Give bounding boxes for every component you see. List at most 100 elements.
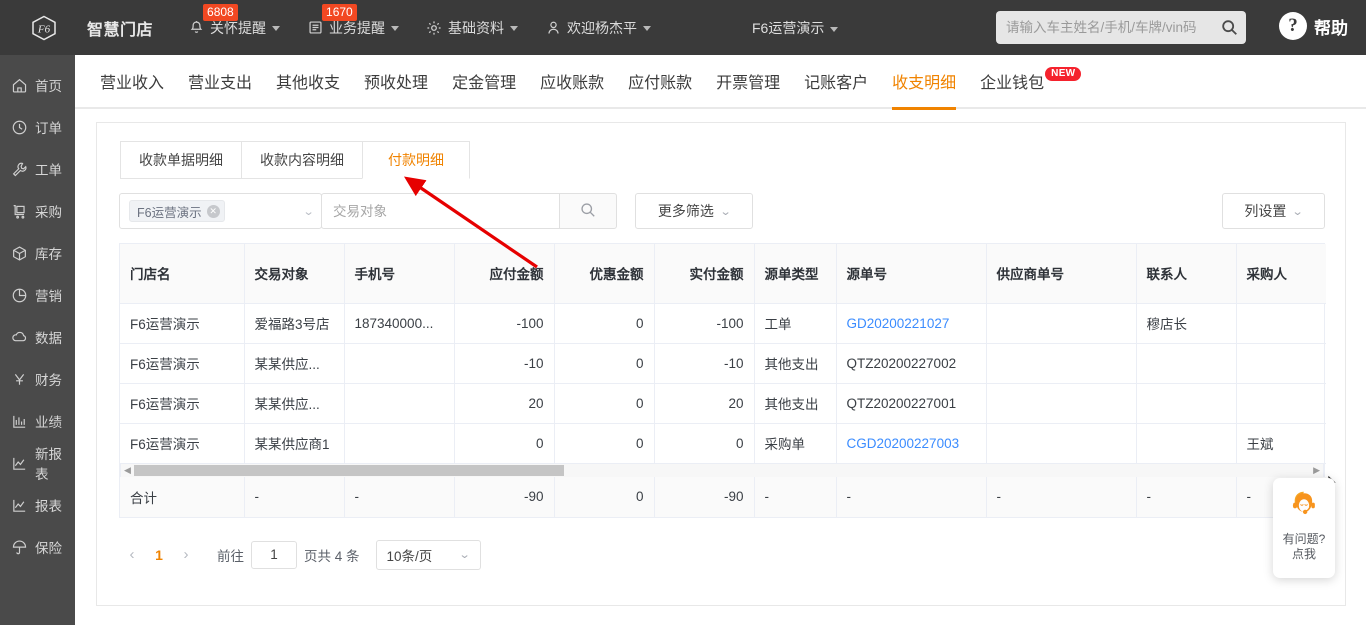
table-row[interactable]: F6运营演示 爱福路3号店 187340000... -100 0 -100 工…: [120, 303, 1326, 344]
chevron-down-icon: ⌄: [719, 205, 732, 218]
mainnav-label: 预收处理: [364, 75, 429, 92]
mainnav-tab-account-customers[interactable]: 记账客户: [804, 54, 868, 108]
customer-service-floater[interactable]: 有问题? 点我: [1273, 478, 1335, 578]
global-search-input[interactable]: [1006, 20, 1221, 35]
table-row[interactable]: F6运营演示 某某供应... -10 0 -10 其他支出 QTZ2020022…: [120, 343, 1326, 384]
cell-buyer: [1236, 383, 1326, 424]
subtab-receipt-content-detail[interactable]: 收款内容明细: [241, 141, 363, 179]
search-button[interactable]: [559, 193, 617, 229]
col-header-source-no[interactable]: 源单号: [836, 244, 987, 304]
chevron-down-icon: ⌄: [458, 549, 471, 561]
col-header-buyer[interactable]: 采购人: [1236, 244, 1326, 304]
cell-source-no[interactable]: CGD20200227003: [836, 423, 987, 464]
sidebar-item-performance[interactable]: 业绩: [0, 400, 75, 442]
mainnav-tab-enterprise-wallet[interactable]: 企业钱包 NEW: [980, 54, 1082, 108]
counterparty-input-wrap[interactable]: [321, 193, 559, 229]
cell-discount: 0: [554, 383, 655, 424]
bell-icon: [187, 19, 205, 37]
sidebar-item-insurance[interactable]: 保险: [0, 526, 75, 568]
mainnav-tab-deposit-management[interactable]: 定金管理: [452, 54, 516, 108]
topnav-item-business-reminder[interactable]: 业务提醒 1670: [306, 3, 400, 38]
cell-source-no[interactable]: GD20200221027: [836, 303, 987, 344]
sidebar-item-report[interactable]: 报表: [0, 484, 75, 526]
column-setting-button[interactable]: 列设置 ⌄: [1222, 193, 1325, 229]
store-selector[interactable]: F6运营演示: [752, 18, 839, 38]
sidebar-item-marketing[interactable]: 营销: [0, 274, 75, 316]
cell-counterparty: 某某供应商1: [244, 423, 345, 464]
subtab-payment-detail[interactable]: 付款明细: [362, 141, 470, 179]
topnav-label-business-reminder: 业务提醒: [329, 19, 386, 36]
sidebar-item-home[interactable]: 首页: [0, 64, 75, 106]
global-search-box[interactable]: [996, 11, 1246, 44]
topnav-item-user-welcome[interactable]: 欢迎杨杰平: [544, 18, 652, 38]
total-count-label: 页共 4 条: [304, 548, 360, 564]
subtab-label: 收款单据明细: [139, 152, 223, 168]
table-row[interactable]: F6运营演示 某某供应商1 0 0 0 采购单 CGD20200227003 王…: [120, 423, 1326, 464]
sidebar-item-new-report[interactable]: 新报表: [0, 442, 75, 484]
goto-page-input[interactable]: [251, 540, 297, 569]
more-filter-button[interactable]: 更多筛选 ⌄: [635, 193, 753, 229]
mainnav-tab-prepayment[interactable]: 预收处理: [364, 54, 428, 108]
cell-source-no: QTZ20200227001: [836, 383, 987, 424]
total-cell-counterparty: -: [244, 476, 345, 517]
source-no-link[interactable]: CGD20200227003: [847, 436, 960, 451]
topnav-item-care-reminder[interactable]: 关怀提醒 6808: [187, 3, 281, 38]
sidebar-item-purchase[interactable]: 采购: [0, 190, 75, 232]
col-header-source-type[interactable]: 源单类型: [754, 244, 837, 304]
goto-label: 前往: [217, 548, 244, 564]
sidebar-item-work-orders[interactable]: 工单: [0, 148, 75, 190]
topnav-item-basic-data[interactable]: 基础资料: [425, 18, 519, 38]
cell-buyer: [1236, 343, 1326, 384]
mainnav-tab-business-expense[interactable]: 营业支出: [188, 54, 252, 108]
f6-hexagon-logo-icon: F6: [31, 15, 57, 41]
col-header-discount[interactable]: 优惠金额: [554, 244, 655, 304]
mainnav-tab-invoice-management[interactable]: 开票管理: [716, 54, 780, 108]
col-header-store[interactable]: 门店名: [120, 244, 245, 304]
sidebar-label-orders: 订单: [35, 121, 62, 136]
col-header-actual[interactable]: 实付金额: [654, 244, 755, 304]
subtab-receipt-document-detail[interactable]: 收款单据明细: [120, 141, 242, 179]
mainnav-tab-income-expense-detail[interactable]: 收支明细: [892, 54, 957, 110]
brand-logo[interactable]: F6: [6, 15, 81, 41]
mainnav-tab-business-income[interactable]: 营业收入: [100, 54, 164, 108]
counterparty-input[interactable]: [333, 203, 548, 219]
help-button[interactable]: ? 帮助: [1279, 12, 1348, 40]
total-cell-payable: -90: [454, 476, 555, 517]
mainnav-tab-receivables[interactable]: 应收账款: [540, 54, 604, 108]
brand-name-label: 智慧门店: [87, 21, 154, 39]
col-header-contact[interactable]: 联系人: [1136, 244, 1237, 304]
chevron-left-icon[interactable]: ‹: [119, 542, 145, 568]
topnav-label-user-welcome: 欢迎杨杰平: [567, 19, 638, 36]
cell-store: F6运营演示: [120, 343, 245, 384]
close-circle-icon[interactable]: ✕: [206, 204, 220, 218]
mainnav-label: 营业支出: [188, 75, 253, 92]
sidebar-item-data[interactable]: 数据: [0, 316, 75, 358]
col-header-counterparty[interactable]: 交易对象: [244, 244, 345, 304]
col-header-supplier-no[interactable]: 供应商单号: [986, 244, 1137, 304]
page-size-select[interactable]: 10条/页 ⌄: [375, 539, 481, 570]
horizontal-scrollbar[interactable]: ◀ ▶: [120, 463, 1324, 477]
cell-store: F6运营演示: [120, 423, 245, 464]
sidebar-label-insurance: 保险: [35, 541, 62, 556]
sidebar-item-orders[interactable]: 订单: [0, 106, 75, 148]
store-filter-select[interactable]: F6运营演示 ✕ ⌄: [119, 193, 322, 229]
col-header-phone[interactable]: 手机号: [344, 244, 455, 304]
sub-tab-group: 收款单据明细 收款内容明细 付款明细: [97, 123, 1345, 179]
scrollbar-thumb[interactable]: [133, 464, 564, 476]
sidebar-item-finance[interactable]: 财务: [0, 358, 75, 400]
page-number-1[interactable]: 1: [145, 542, 173, 568]
chevron-right-icon[interactable]: ›: [173, 542, 199, 568]
mainnav-tab-other-income-expense[interactable]: 其他收支: [276, 54, 340, 108]
scroll-right-arrow-icon[interactable]: ▶: [1313, 465, 1320, 476]
top-nav-group: 关怀提醒 6808 业务提醒 1670 基础资料 欢迎杨杰平: [187, 0, 677, 55]
sidebar-item-inventory[interactable]: 库存: [0, 232, 75, 274]
floater-line-2: 点我: [1291, 547, 1316, 561]
headset-avatar-icon: [1285, 487, 1323, 528]
search-icon[interactable]: [1221, 19, 1238, 36]
source-no-link[interactable]: GD20200221027: [847, 316, 950, 331]
mainnav-tab-payables[interactable]: 应付账款: [628, 54, 692, 108]
table-row[interactable]: F6运营演示 某某供应... 20 0 20 其他支出 QTZ202002270…: [120, 383, 1326, 424]
scroll-left-arrow-icon[interactable]: ◀: [121, 465, 133, 476]
col-header-payable[interactable]: 应付金额: [454, 244, 555, 304]
cell-source-type: 其他支出: [754, 383, 837, 424]
